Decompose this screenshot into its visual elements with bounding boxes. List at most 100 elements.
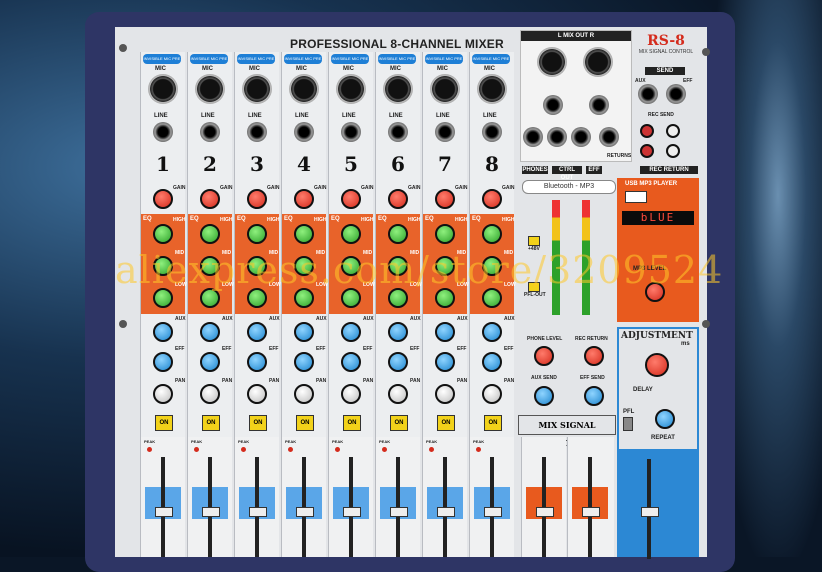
eff-knob[interactable] <box>247 352 267 372</box>
fader-cap[interactable] <box>249 507 267 517</box>
pan-knob[interactable] <box>435 384 455 404</box>
fader-cap[interactable] <box>296 507 314 517</box>
mic-input-xlr[interactable] <box>195 74 225 104</box>
eff-send-knob[interactable] <box>584 386 604 406</box>
eq-high-knob[interactable] <box>153 224 173 244</box>
usb-port[interactable] <box>625 191 647 203</box>
rec-send-rca-right[interactable] <box>666 124 680 138</box>
mic-input-xlr[interactable] <box>289 74 319 104</box>
gain-knob[interactable] <box>435 189 455 209</box>
ctrl-out-r-jack[interactable] <box>571 127 591 147</box>
pan-knob[interactable] <box>153 384 173 404</box>
aux-knob[interactable] <box>482 322 502 342</box>
eq-high-knob[interactable] <box>435 224 455 244</box>
gain-knob[interactable] <box>153 189 173 209</box>
eff-send-label: EFF SEND <box>580 375 605 381</box>
ctrl-out-l-jack[interactable] <box>547 127 567 147</box>
aux-send-label: AUX SEND <box>531 375 557 381</box>
gain-knob[interactable] <box>200 189 220 209</box>
mic-input-xlr[interactable] <box>336 74 366 104</box>
fader-cap[interactable] <box>390 507 408 517</box>
delay-time-knob[interactable] <box>645 353 669 377</box>
channel-on-button[interactable]: ON <box>484 415 502 431</box>
rec-return-rca-left[interactable] <box>640 144 654 158</box>
channel-on-button[interactable]: ON <box>249 415 267 431</box>
aux-knob[interactable] <box>388 322 408 342</box>
line-input-jack[interactable] <box>435 122 455 142</box>
pan-knob[interactable] <box>247 384 267 404</box>
mic-input-xlr[interactable] <box>242 74 272 104</box>
rec-return-rca-right[interactable] <box>666 144 680 158</box>
pan-knob[interactable] <box>294 384 314 404</box>
eff-knob[interactable] <box>341 352 361 372</box>
mix-out-right-xlr[interactable] <box>583 47 613 77</box>
eff-knob[interactable] <box>435 352 455 372</box>
channel-on-button[interactable]: ON <box>343 415 361 431</box>
line-input-jack[interactable] <box>153 122 173 142</box>
eq-high-knob[interactable] <box>482 224 502 244</box>
eff-knob[interactable] <box>388 352 408 372</box>
fader-cap[interactable] <box>202 507 220 517</box>
eq-high-knob[interactable] <box>341 224 361 244</box>
channel-on-button[interactable]: ON <box>155 415 173 431</box>
fader-cap[interactable] <box>437 507 455 517</box>
gain-knob[interactable] <box>388 189 408 209</box>
mic-input-xlr[interactable] <box>430 74 460 104</box>
fader-cap[interactable] <box>536 507 554 517</box>
eq-high-knob[interactable] <box>294 224 314 244</box>
gain-knob[interactable] <box>294 189 314 209</box>
pfl-switch[interactable] <box>623 417 633 431</box>
eff-knob[interactable] <box>153 352 173 372</box>
aux-knob[interactable] <box>294 322 314 342</box>
master-fader-cap[interactable] <box>641 507 659 517</box>
channel-on-button[interactable]: ON <box>296 415 314 431</box>
fader-cap[interactable] <box>582 507 600 517</box>
channel-on-button[interactable]: ON <box>437 415 455 431</box>
channel-on-button[interactable]: ON <box>202 415 220 431</box>
fader-cap[interactable] <box>155 507 173 517</box>
pan-knob[interactable] <box>200 384 220 404</box>
gain-knob[interactable] <box>341 189 361 209</box>
eff-send-jack[interactable] <box>666 84 686 104</box>
eq-high-knob[interactable] <box>247 224 267 244</box>
aux-knob[interactable] <box>200 322 220 342</box>
mix-out-left-jack[interactable] <box>543 95 563 115</box>
aux-send-jack[interactable] <box>638 84 658 104</box>
gain-knob[interactable] <box>247 189 267 209</box>
pan-knob[interactable] <box>482 384 502 404</box>
phone-level-knob[interactable] <box>534 346 554 366</box>
line-input-jack[interactable] <box>341 122 361 142</box>
phones-jack[interactable] <box>523 127 543 147</box>
line-input-jack[interactable] <box>200 122 220 142</box>
eff-knob[interactable] <box>294 352 314 372</box>
eff-returns-jack[interactable] <box>599 127 619 147</box>
fader-cap[interactable] <box>343 507 361 517</box>
aux-knob[interactable] <box>153 322 173 342</box>
eq-high-knob[interactable] <box>388 224 408 244</box>
line-input-jack[interactable] <box>482 122 502 142</box>
pan-knob[interactable] <box>388 384 408 404</box>
fader-cap[interactable] <box>484 507 502 517</box>
mix-out-right-jack[interactable] <box>589 95 609 115</box>
channel-on-button[interactable]: ON <box>390 415 408 431</box>
mic-input-xlr[interactable] <box>383 74 413 104</box>
aux-send-knob[interactable] <box>534 386 554 406</box>
aux-knob[interactable] <box>435 322 455 342</box>
eff-knob[interactable] <box>200 352 220 372</box>
phantom-48v-switch[interactable] <box>528 236 540 246</box>
eq-high-knob[interactable] <box>200 224 220 244</box>
gain-knob[interactable] <box>482 189 502 209</box>
aux-knob[interactable] <box>341 322 361 342</box>
line-input-jack[interactable] <box>247 122 267 142</box>
mic-input-xlr[interactable] <box>148 74 178 104</box>
pan-knob[interactable] <box>341 384 361 404</box>
line-input-jack[interactable] <box>294 122 314 142</box>
repeat-knob[interactable] <box>655 409 675 429</box>
rec-return-knob[interactable] <box>584 346 604 366</box>
mic-input-xlr[interactable] <box>477 74 507 104</box>
eff-knob[interactable] <box>482 352 502 372</box>
rec-send-rca-left[interactable] <box>640 124 654 138</box>
line-input-jack[interactable] <box>388 122 408 142</box>
mix-out-left-xlr[interactable] <box>537 47 567 77</box>
aux-knob[interactable] <box>247 322 267 342</box>
